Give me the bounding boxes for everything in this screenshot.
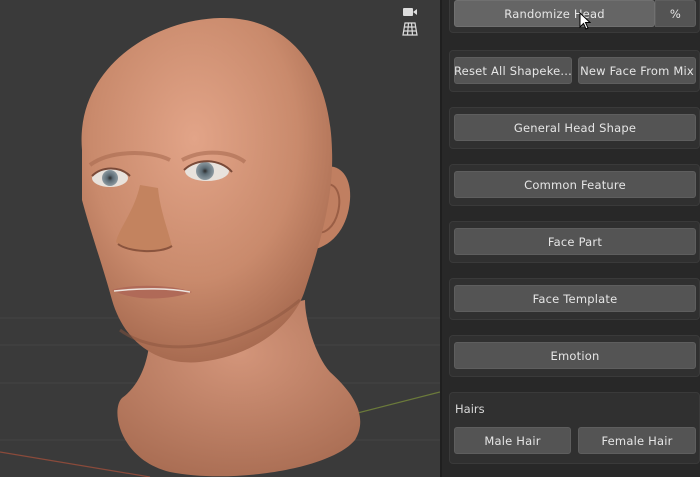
head-model-render — [0, 17, 440, 477]
male-hair-button[interactable]: Male Hair — [454, 427, 571, 454]
face-template-section: Face Template — [449, 278, 700, 320]
hairs-title: Hairs — [455, 402, 485, 416]
general-head-shape-button[interactable]: General Head Shape — [454, 114, 696, 141]
grid-icon — [402, 21, 418, 41]
percent-field[interactable]: % — [655, 0, 696, 27]
grid-toggle-button[interactable] — [397, 20, 423, 42]
hairs-section: Hairs Male Hair Female Hair — [449, 392, 700, 464]
randomize-section: Randomize Head % — [449, 0, 700, 33]
common-feature-button[interactable]: Common Feature — [454, 171, 696, 198]
emotion-button[interactable]: Emotion — [454, 342, 696, 369]
female-hair-button[interactable]: Female Hair — [578, 427, 696, 454]
shapekey-actions-section: Reset All Shapeke... New Face From Mix — [449, 50, 700, 92]
emotion-section: Emotion — [449, 335, 700, 377]
face-builder-panel: Randomize Head % Reset All Shapeke... Ne… — [442, 0, 700, 477]
camera-icon — [402, 2, 418, 21]
reset-all-shapekeys-button[interactable]: Reset All Shapeke... — [454, 57, 572, 84]
face-part-button[interactable]: Face Part — [454, 228, 696, 255]
randomize-head-button[interactable]: Randomize Head — [454, 0, 655, 27]
common-feature-section: Common Feature — [449, 164, 700, 206]
face-part-section: Face Part — [449, 221, 700, 263]
camera-view-button[interactable] — [397, 0, 423, 22]
3d-viewport[interactable] — [0, 0, 440, 477]
face-template-button[interactable]: Face Template — [454, 285, 696, 312]
new-face-from-mix-button[interactable]: New Face From Mix — [578, 57, 696, 84]
general-head-shape-section: General Head Shape — [449, 107, 700, 149]
